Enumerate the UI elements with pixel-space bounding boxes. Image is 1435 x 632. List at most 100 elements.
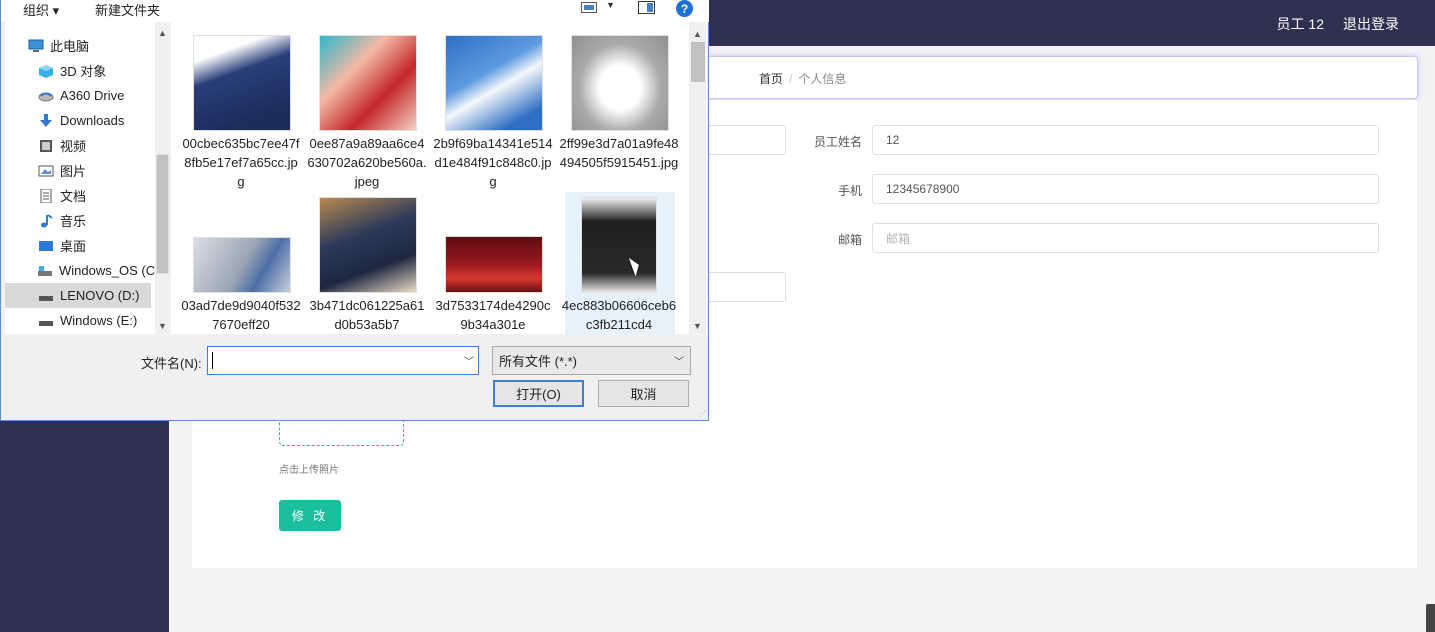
music-icon bbox=[37, 213, 54, 228]
nav-item-label: Windows_OS (C bbox=[59, 263, 156, 278]
text-caret bbox=[212, 352, 213, 369]
drive-icon bbox=[37, 264, 53, 278]
chevron-down-icon[interactable]: ﹀ bbox=[464, 353, 474, 368]
nav-item-a360-drive[interactable]: A360 Drive bbox=[5, 83, 155, 108]
image-thumbnail bbox=[571, 35, 669, 131]
file-open-dialog: 组织 ▾ 新建文件夹 ▼ ? 此电脑 3D 对象 A360 Drive Down… bbox=[0, 0, 709, 421]
computer-icon bbox=[27, 39, 44, 53]
file-item[interactable]: 00cbec635bc7ee47f8fb5e17ef7a65cc.jpg bbox=[181, 30, 300, 190]
open-button[interactable]: 打开(O) bbox=[493, 380, 584, 407]
nav-item-label: 桌面 bbox=[60, 239, 87, 254]
file-scrollbar[interactable]: ▲ ▼ bbox=[689, 22, 706, 334]
nav-item-videos[interactable]: 视频 bbox=[5, 133, 155, 158]
drive-icon bbox=[37, 314, 54, 328]
nav-item-label: 3D 对象 bbox=[60, 64, 107, 79]
breadcrumb-bar: 首页 / 个人信息 bbox=[692, 56, 1418, 99]
image-thumbnail bbox=[445, 236, 543, 293]
nav-item-downloads[interactable]: Downloads bbox=[5, 108, 155, 133]
image-thumbnail bbox=[193, 35, 291, 131]
nav-item-label: 此电脑 bbox=[50, 39, 90, 54]
nav-item-drive-e[interactable]: Windows (E:) bbox=[5, 308, 155, 333]
file-item[interactable]: 3b471dc061225a61d0b53a5b7 bbox=[307, 192, 424, 334]
breadcrumb-current: 个人信息 bbox=[798, 72, 847, 86]
drive-icon bbox=[37, 289, 54, 303]
nav-item-drive-c[interactable]: Windows_OS (C bbox=[5, 258, 155, 283]
breadcrumb-home[interactable]: 首页 bbox=[759, 72, 783, 86]
view-mode-icon[interactable] bbox=[581, 2, 597, 13]
cloud-drive-icon bbox=[37, 89, 54, 103]
image-thumbnail bbox=[319, 197, 417, 293]
scrollbar-thumb[interactable] bbox=[156, 154, 169, 274]
filename-input[interactable]: ﹀ bbox=[207, 346, 479, 375]
filetype-select[interactable]: 所有文件 (*.*) ﹀ bbox=[492, 346, 691, 375]
breadcrumb-separator: / bbox=[789, 72, 793, 86]
scroll-up-icon[interactable]: ▲ bbox=[155, 25, 169, 40]
image-thumbnail bbox=[445, 35, 543, 131]
nav-item-this-pc[interactable]: 此电脑 bbox=[5, 33, 155, 58]
image-thumbnail bbox=[319, 35, 417, 131]
scroll-down-icon[interactable]: ▼ bbox=[155, 318, 169, 333]
cube-icon bbox=[37, 64, 54, 78]
nav-item-label: Downloads bbox=[60, 113, 125, 128]
upload-hint: 点击上传照片 bbox=[279, 465, 339, 476]
nav-item-label: 视频 bbox=[60, 139, 87, 154]
file-list-pane: 00cbec635bc7ee47f8fb5e17ef7a65cc.jpg 0ee… bbox=[171, 22, 707, 334]
nav-item-3d-objects[interactable]: 3D 对象 bbox=[5, 58, 155, 83]
download-icon bbox=[37, 113, 54, 128]
file-name: 3d7533174de4290c9b34a301e bbox=[435, 298, 551, 332]
file-item[interactable]: 3d7533174de4290c9b34a301e bbox=[433, 192, 550, 334]
breadcrumb: 首页 / 个人信息 bbox=[759, 70, 846, 87]
image-thumbnail bbox=[581, 197, 657, 293]
scroll-up-icon[interactable]: ▲ bbox=[690, 26, 705, 41]
file-item[interactable]: 2b9f69ba14341e514d1e484f91c848c0.jpg bbox=[433, 30, 553, 190]
file-name: 0ee87a9a89aa6ce4630702a620be560a.jpeg bbox=[307, 136, 427, 189]
scroll-down-icon[interactable]: ▼ bbox=[690, 318, 705, 333]
nav-item-music[interactable]: 音乐 bbox=[5, 208, 155, 233]
file-item[interactable]: 0ee87a9a89aa6ce4630702a620be560a.jpeg bbox=[307, 30, 427, 190]
nav-item-desktop[interactable]: 桌面 bbox=[5, 233, 155, 258]
nav-item-documents[interactable]: 文档 bbox=[5, 183, 155, 208]
nav-item-label: 文档 bbox=[60, 189, 87, 204]
picture-icon bbox=[37, 164, 54, 178]
filename-label: 文件名(N): bbox=[141, 356, 202, 371]
file-name: 00cbec635bc7ee47f8fb5e17ef7a65cc.jpg bbox=[182, 136, 300, 189]
file-name: 3b471dc061225a61d0b53a5b7 bbox=[309, 298, 425, 332]
video-icon bbox=[37, 139, 54, 153]
filetype-value: 所有文件 (*.*) bbox=[499, 354, 578, 369]
preview-pane-icon[interactable] bbox=[638, 1, 655, 14]
scrollbar-thumb[interactable] bbox=[691, 42, 705, 82]
new-folder-button[interactable]: 新建文件夹 bbox=[95, 0, 160, 19]
nav-item-pictures[interactable]: 图片 bbox=[5, 158, 155, 183]
corner-tab[interactable] bbox=[1426, 604, 1435, 632]
modify-button[interactable]: 修 改 bbox=[279, 500, 341, 531]
nav-item-label: 图片 bbox=[60, 164, 87, 179]
nav-item-label: 音乐 bbox=[60, 214, 87, 229]
nav-scrollbar[interactable]: ▲ ▼ bbox=[155, 22, 169, 334]
nav-item-label: A360 Drive bbox=[60, 88, 125, 103]
file-name: 2ff99e3d7a01a9fe48494505f5915451.jpg bbox=[559, 136, 679, 170]
desktop-icon bbox=[37, 239, 54, 253]
file-item[interactable]: 03ad7de9d9040f5327670eff20 bbox=[181, 192, 301, 334]
file-item-hovered[interactable]: 4ec883b06606ceb6c3fb211cd4 bbox=[562, 192, 676, 334]
document-icon bbox=[37, 188, 54, 203]
chevron-down-icon[interactable]: ﹀ bbox=[674, 353, 684, 368]
nav-item-label: Windows (E:) bbox=[60, 313, 138, 328]
nav-item-drive-d[interactable]: LENOVO (D:) bbox=[5, 283, 151, 308]
image-thumbnail bbox=[193, 237, 291, 293]
file-name: 4ec883b06606ceb6c3fb211cd4 bbox=[561, 298, 677, 332]
name-input[interactable]: 12 bbox=[872, 125, 1379, 155]
cancel-button[interactable]: 取消 bbox=[598, 380, 689, 407]
user-name: 员工 12 bbox=[1276, 16, 1324, 32]
phone-input[interactable]: 12345678900 bbox=[872, 174, 1379, 204]
logout-link[interactable]: 退出登录 bbox=[1343, 14, 1399, 34]
resize-grip-icon[interactable]: ⋰ bbox=[698, 409, 706, 418]
organize-menu[interactable]: 组织 ▾ bbox=[23, 0, 59, 19]
file-name: 03ad7de9d9040f5327670eff20 bbox=[181, 298, 301, 332]
nav-item-label: LENOVO (D:) bbox=[60, 288, 140, 303]
file-item[interactable]: 2ff99e3d7a01a9fe48494505f5915451.jpg bbox=[559, 30, 679, 190]
view-dropdown-icon[interactable]: ▼ bbox=[606, 0, 615, 10]
phone-label: 手机 bbox=[837, 184, 862, 198]
help-icon[interactable]: ? bbox=[676, 0, 693, 17]
email-input[interactable]: 邮箱 bbox=[872, 223, 1379, 253]
file-name: 2b9f69ba14341e514d1e484f91c848c0.jpg bbox=[433, 136, 553, 189]
